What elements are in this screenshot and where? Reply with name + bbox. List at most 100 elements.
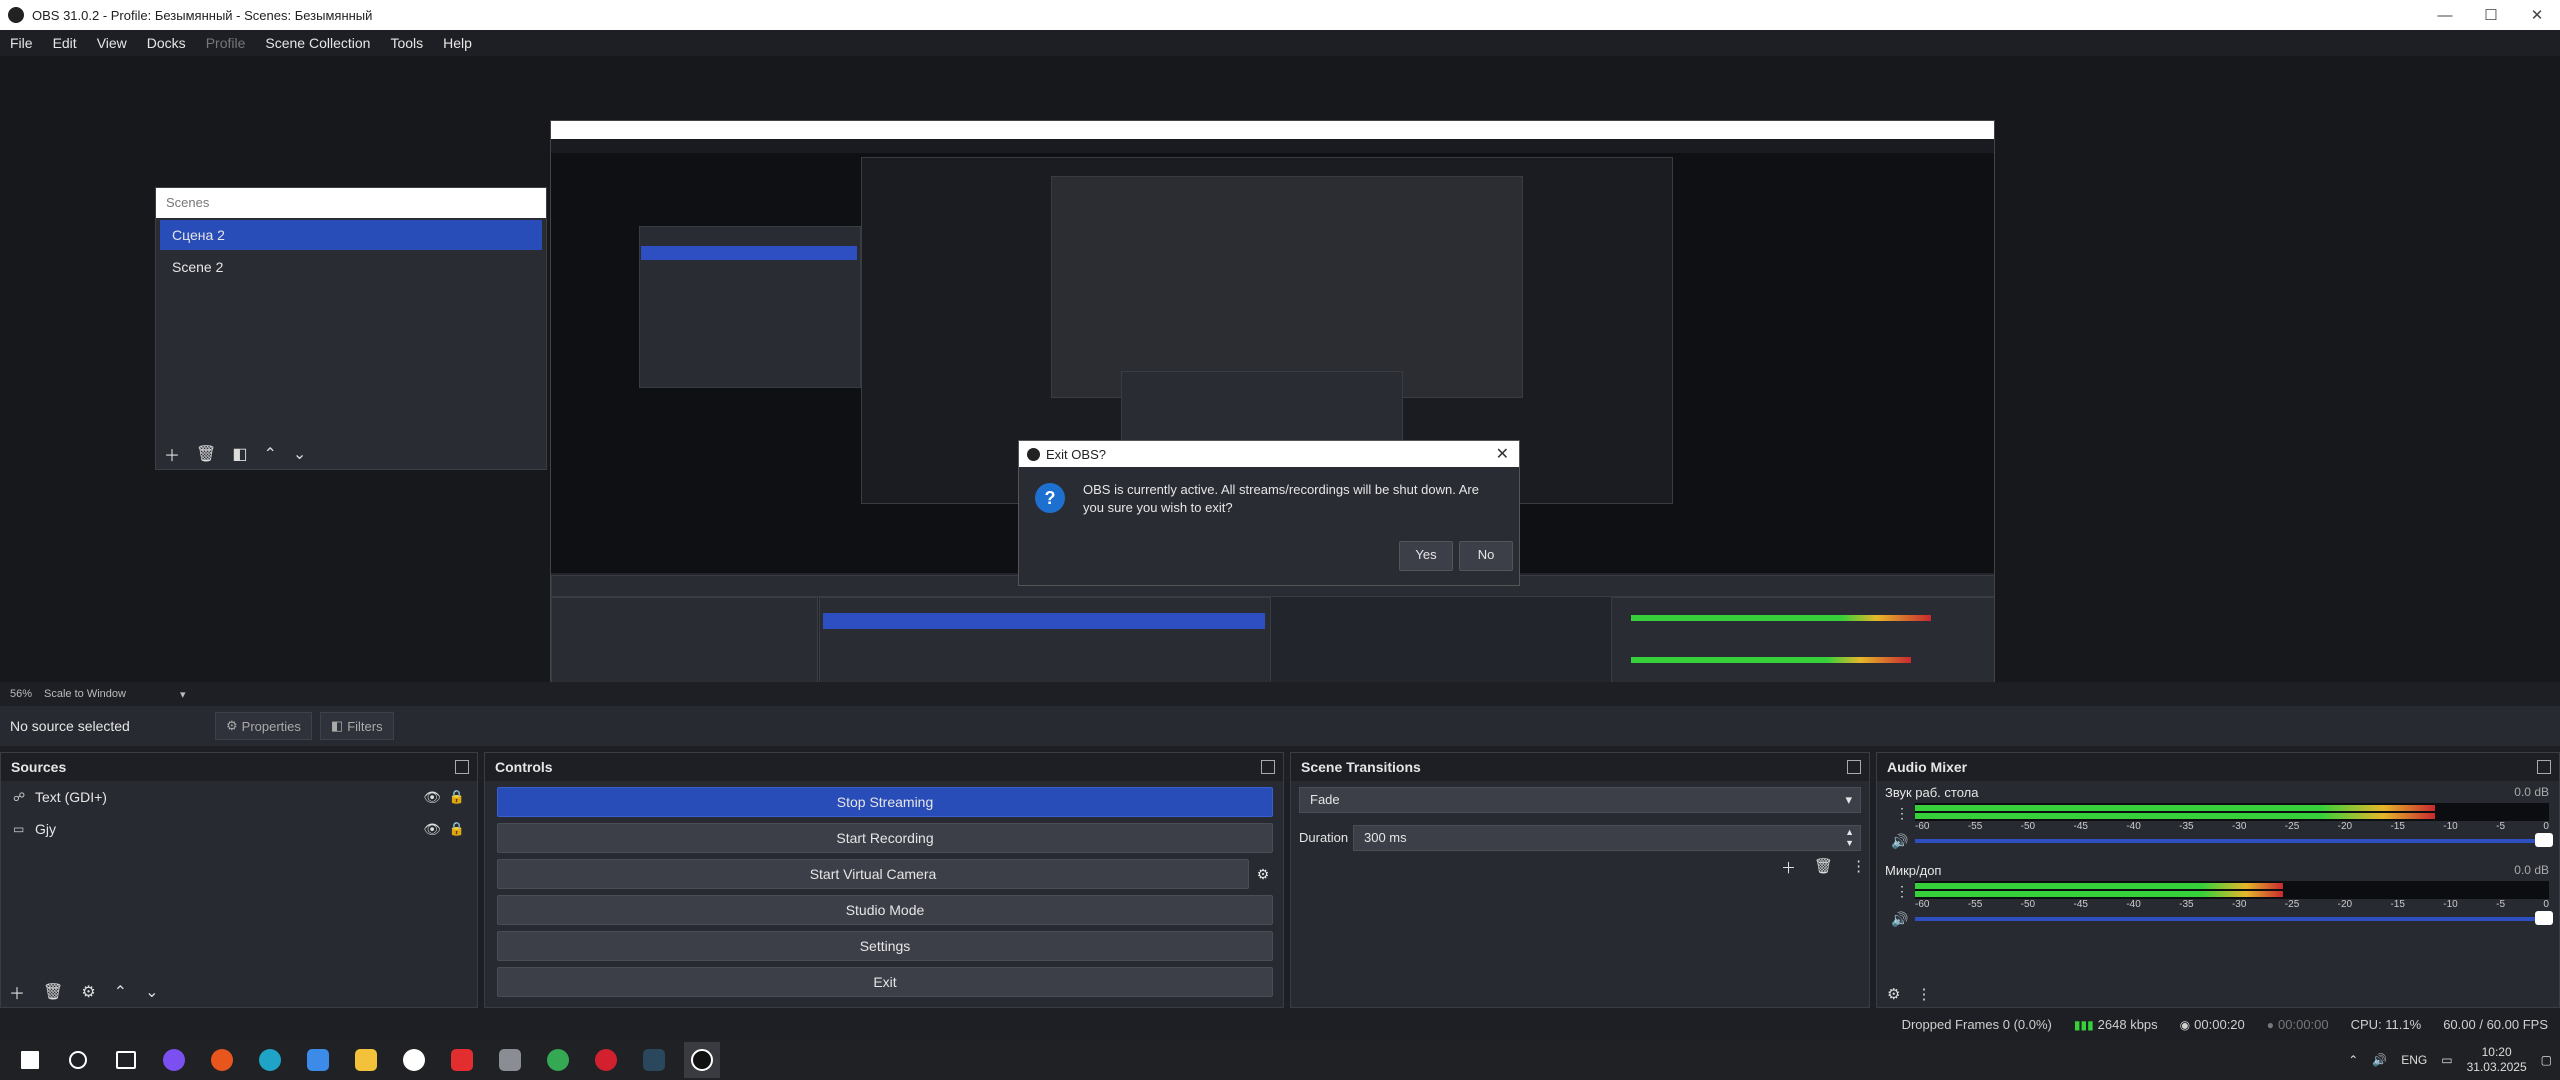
exit-dialog: Exit OBS? ✕ ? OBS is currently active. A…	[1018, 440, 1520, 586]
move-up-icon[interactable]: ⌃	[114, 982, 127, 1002]
clock[interactable]: 10:20 31.03.2025	[2467, 1045, 2527, 1075]
meter-tick-label: -45	[2073, 899, 2088, 910]
add-scene-icon[interactable]: ＋	[164, 442, 180, 466]
source-properties-icon[interactable]: ⚙	[81, 982, 95, 1002]
remove-transition-icon[interactable]: 🗑	[1814, 857, 1833, 878]
steam-icon[interactable]	[636, 1042, 672, 1078]
meter-tick-label: -55	[1967, 821, 1983, 832]
chrome-icon[interactable]	[540, 1042, 576, 1078]
scene-item[interactable]: Scene 2	[160, 252, 542, 282]
add-source-icon[interactable]: ＋	[9, 980, 25, 1004]
yandex-browser-icon[interactable]	[396, 1042, 432, 1078]
stop-streaming-button[interactable]: Stop Streaming	[497, 787, 1273, 817]
virtual-camera-settings-icon[interactable]: ⚙	[1253, 859, 1273, 889]
studio-mode-button[interactable]: Studio Mode	[497, 895, 1273, 925]
alice-icon[interactable]	[156, 1042, 192, 1078]
kebab-menu-icon[interactable]: ⋮	[1895, 883, 1909, 900]
undock-icon[interactable]	[455, 760, 469, 774]
menu-file[interactable]: File	[0, 35, 43, 51]
duration-input[interactable]: 300 ms ▲ ▼	[1353, 825, 1861, 851]
source-item[interactable]: ▭ Gjy 👁 🔒	[1, 813, 477, 845]
volume-tray-icon[interactable]: 🔊	[2372, 1053, 2387, 1067]
gear-icon: ⚙	[226, 718, 238, 733]
menu-tools[interactable]: Tools	[380, 35, 433, 51]
transition-select[interactable]: Fade ▾	[1299, 787, 1861, 813]
task-view-icon[interactable]	[108, 1042, 144, 1078]
start-recording-button[interactable]: Start Recording	[497, 823, 1273, 853]
preview-canvas[interactable]	[550, 120, 1995, 731]
minimize-button[interactable]: —	[2422, 0, 2468, 30]
close-window-button[interactable]: ✕	[2514, 0, 2560, 30]
kebab-menu-icon[interactable]: ⋮	[1851, 857, 1866, 878]
opera-icon[interactable]	[588, 1042, 624, 1078]
menu-view[interactable]: View	[87, 35, 137, 51]
speaker-icon[interactable]: 🔊	[1891, 911, 1908, 928]
lock-icon[interactable]: 🔒	[449, 789, 465, 805]
settings-button[interactable]: Settings	[497, 931, 1273, 961]
kebab-menu-icon[interactable]: ⋮	[1895, 805, 1909, 822]
undock-icon[interactable]	[1847, 760, 1861, 774]
menu-docks[interactable]: Docks	[137, 35, 196, 51]
scene-filters-icon[interactable]: ◧	[232, 444, 247, 464]
chevron-up-icon[interactable]: ⌃	[2348, 1053, 2358, 1067]
firefox-icon[interactable]	[204, 1042, 240, 1078]
meter-level	[1915, 805, 2435, 811]
channel-db: 0.0 dB	[2514, 785, 2549, 799]
scale-mode-select[interactable]: Scale to Window	[44, 688, 126, 700]
volume-slider-handle[interactable]	[2535, 911, 2553, 925]
notification-icon[interactable]: ▢	[2541, 1053, 2552, 1067]
record-status: ● 00:00:00	[2267, 1017, 2329, 1032]
properties-button[interactable]: ⚙ Properties	[215, 712, 312, 740]
store-icon[interactable]	[300, 1042, 336, 1078]
text-icon: ☍	[13, 790, 26, 804]
maximize-button[interactable]: ☐	[2468, 0, 2514, 30]
lock-icon[interactable]: 🔒	[449, 821, 465, 837]
volume-slider[interactable]	[1915, 917, 2549, 921]
properties-label: Properties	[241, 718, 301, 734]
menu-help[interactable]: Help	[433, 35, 482, 51]
menu-edit[interactable]: Edit	[43, 35, 87, 51]
yes-button[interactable]: Yes	[1399, 541, 1453, 571]
sources-title: Sources	[11, 759, 67, 775]
visibility-eye-icon[interactable]: 👁	[423, 789, 441, 806]
volume-slider[interactable]	[1915, 839, 2549, 843]
chevron-down-icon[interactable]: ▾	[180, 688, 186, 701]
remove-scene-icon[interactable]: 🗑	[196, 444, 216, 464]
meter-tick-label: -50	[2020, 821, 2036, 832]
network-icon[interactable]: ▭	[2441, 1053, 2452, 1067]
volume-slider-handle[interactable]	[2535, 833, 2553, 847]
close-icon[interactable]: ✕	[1496, 444, 1509, 464]
visibility-eye-icon[interactable]: 👁	[423, 821, 441, 838]
search-icon[interactable]	[60, 1042, 96, 1078]
app-icon[interactable]	[492, 1042, 528, 1078]
meter-tick-label: 0	[2543, 899, 2549, 910]
language-indicator[interactable]: ENG	[2401, 1053, 2427, 1067]
filters-button[interactable]: ◧ Filters	[319, 712, 394, 740]
yandex-icon[interactable]	[444, 1042, 480, 1078]
meter-tick-label: -35	[2179, 821, 2194, 832]
advanced-audio-gear-icon[interactable]: ⚙	[1887, 985, 1900, 1003]
start-virtual-camera-button[interactable]: Start Virtual Camera	[497, 859, 1249, 889]
spin-arrows-icon[interactable]: ▲ ▼	[1845, 827, 1854, 849]
speaker-icon[interactable]: 🔊	[1891, 833, 1908, 850]
move-down-icon[interactable]: ⌄	[293, 444, 306, 464]
menu-profile[interactable]: Profile	[196, 35, 256, 51]
no-button[interactable]: No	[1459, 541, 1513, 571]
start-windows-icon[interactable]	[12, 1042, 48, 1078]
meter-tick-label: -40	[2126, 899, 2141, 910]
edge-icon[interactable]	[252, 1042, 288, 1078]
exit-button[interactable]: Exit	[497, 967, 1273, 997]
dialog-titlebar: Exit OBS? ✕	[1019, 441, 1519, 467]
move-down-icon[interactable]: ⌄	[145, 982, 158, 1002]
source-item[interactable]: ☍ Text (GDI+) 👁 🔒	[1, 781, 477, 813]
undock-icon[interactable]	[1261, 760, 1275, 774]
remove-source-icon[interactable]: 🗑	[43, 982, 63, 1002]
undock-icon[interactable]	[2537, 760, 2551, 774]
file-explorer-icon[interactable]	[348, 1042, 384, 1078]
menu-scene-collection[interactable]: Scene Collection	[255, 35, 380, 51]
kebab-menu-icon[interactable]: ⋮	[1916, 985, 1931, 1003]
scene-item[interactable]: Сцена 2	[160, 220, 542, 250]
obs-taskbar-icon[interactable]	[684, 1042, 720, 1078]
add-transition-icon[interactable]: ＋	[1781, 857, 1796, 878]
move-up-icon[interactable]: ⌃	[263, 444, 276, 464]
